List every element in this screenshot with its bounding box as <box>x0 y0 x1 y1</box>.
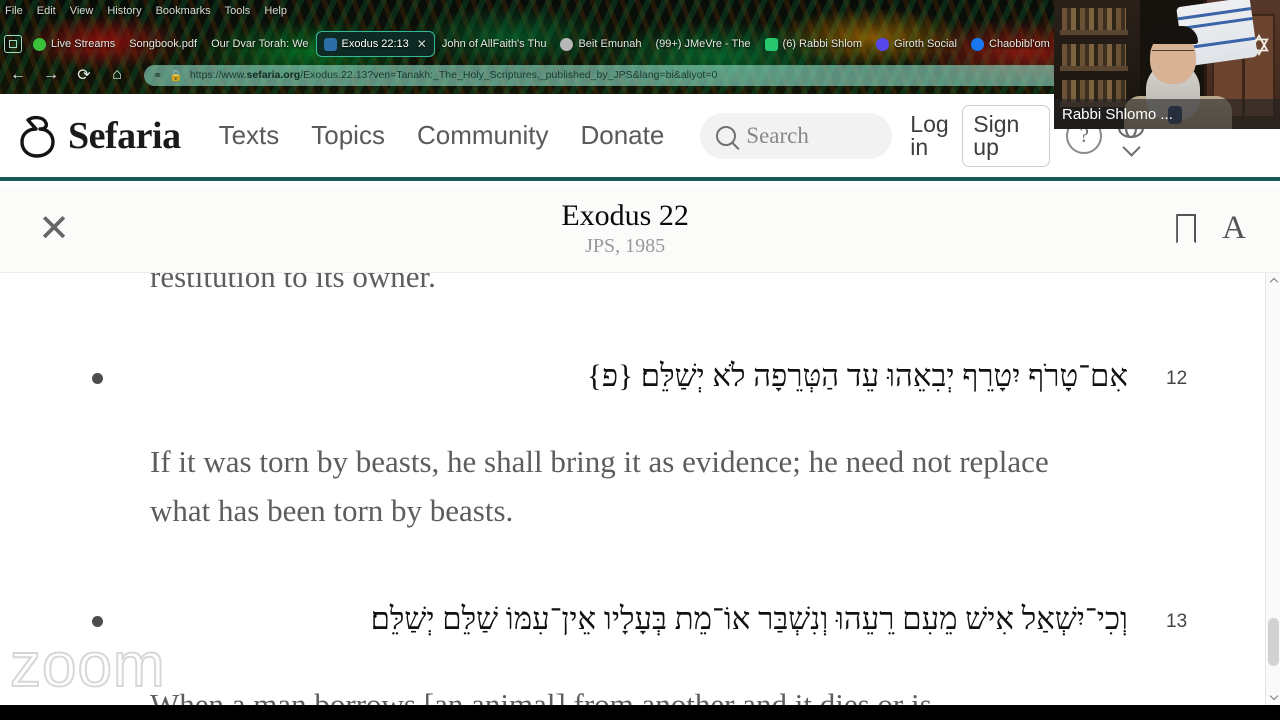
signup-button[interactable]: Sign up <box>962 104 1051 167</box>
browser-tab[interactable]: (6) Rabbi Shlom <box>758 31 869 57</box>
site-nav: Texts Topics Community Donate <box>219 120 665 151</box>
glasses <box>1152 50 1194 59</box>
page-title: Exodus 22 <box>561 199 689 232</box>
participant-name-label: Rabbi Shlomo ... <box>1054 99 1280 129</box>
screen-bottom-bar <box>0 705 1280 720</box>
menu-file[interactable]: File <box>5 5 23 17</box>
chevron-down-icon <box>1122 138 1141 157</box>
browser-tab[interactable]: Live Streams <box>26 31 122 57</box>
browser-tab[interactable]: Beit Emunah <box>553 31 648 57</box>
truth-icon <box>876 37 890 51</box>
menu-view[interactable]: View <box>70 5 94 17</box>
browser-tab[interactable]: Chaobibl'om <box>964 31 1057 57</box>
verse-number: 13 <box>1166 611 1188 632</box>
tab-title: John of AllFaith's Thu <box>441 38 547 50</box>
tab-title: (99+) JMeVre - The <box>655 38 751 50</box>
browser-tab[interactable]: (99+) JMeVre - The <box>648 31 757 57</box>
verse-english-text[interactable]: If it was torn by beasts, he shall bring… <box>150 438 1085 536</box>
menu-history[interactable]: History <box>107 5 141 17</box>
tab-title: Giroth Social <box>894 38 957 50</box>
clipped-previous-verse-text: restitution to its owner. <box>150 273 436 294</box>
tab-list-icon[interactable] <box>4 35 22 53</box>
close-icon[interactable]: ✕ <box>34 210 74 248</box>
back-icon[interactable]: ← <box>8 66 28 84</box>
verse-bullet <box>92 373 103 384</box>
globe-icon <box>560 37 574 51</box>
verse-hebrew-text[interactable]: אִם־טָרֹף יִטָרֵף יְבִאֵהוּ עֵד הַטְּרֵפ… <box>150 357 1128 396</box>
sefaria-mark-icon <box>20 115 55 158</box>
verse-english-text[interactable]: When a man borrows [an animal] from anot… <box>150 681 1085 705</box>
forward-icon[interactable]: → <box>41 66 61 84</box>
nav-item-donate[interactable]: Donate <box>580 120 664 151</box>
tab-title: Our Dvar Torah: We <box>211 38 309 50</box>
zoom-watermark: zoom <box>9 630 166 701</box>
tab-title: Chaobibl'om <box>989 38 1050 50</box>
browser-tab[interactable]: Giroth Social <box>869 31 964 57</box>
sefaria-logo[interactable]: Sefaria <box>18 114 181 158</box>
nav-item-topics[interactable]: Topics <box>311 120 385 151</box>
verse-hebrew-text[interactable]: וְכִי־יִשְׁאַל אִישׁ מֵעִם רֵעֵהוּ וְנִש… <box>150 600 1128 639</box>
panel-tools: A <box>1176 212 1246 245</box>
home-icon[interactable]: ⌂ <box>107 66 127 84</box>
facebook-icon <box>971 37 984 51</box>
bookmark-icon[interactable] <box>1176 214 1196 244</box>
menu-edit[interactable]: Edit <box>37 5 56 17</box>
sefaria-icon <box>323 37 337 51</box>
shield-icon[interactable]: ⚭ <box>153 69 162 82</box>
search-box[interactable]: Search <box>700 112 893 159</box>
text-content-area: restitution to its owner. 12 אִם־טָרֹף י… <box>0 273 1280 705</box>
menu-tools[interactable]: Tools <box>225 5 251 17</box>
tab-close-icon[interactable]: ✕ <box>417 37 427 51</box>
tab-title: Beit Emunah <box>578 38 642 50</box>
reader-panel-header: ✕ Exodus 22 JPS, 1985 A <box>0 185 1280 273</box>
page-subtitle: JPS, 1985 <box>585 235 666 257</box>
tab-title: Exodus 22:13 <box>341 38 409 50</box>
scroll-down-icon[interactable] <box>1266 689 1280 703</box>
play-icon <box>33 37 46 51</box>
auth-area: Log in Sign up <box>910 104 1051 167</box>
verse-bullet <box>92 616 103 627</box>
tab-title: Live Streams <box>51 38 116 50</box>
panel-title-block: Exodus 22 JPS, 1985 <box>74 199 1176 258</box>
reload-icon[interactable]: ⟳ <box>74 65 94 85</box>
tab-title: Songbook.pdf <box>129 38 198 50</box>
menu-help[interactable]: Help <box>264 5 287 17</box>
browser-tab[interactable]: Songbook.pdf <box>122 31 204 57</box>
page-scrollbar[interactable] <box>1265 273 1280 705</box>
font-size-icon[interactable]: A <box>1222 212 1246 245</box>
login-link[interactable]: Log in <box>910 112 956 159</box>
tab-title: (6) Rabbi Shlom <box>782 38 863 50</box>
chat-icon <box>764 37 778 51</box>
browser-tab[interactable]: John of AllFaith's Thu <box>435 31 554 57</box>
kippah <box>1148 26 1198 44</box>
scrollbar-thumb[interactable] <box>1268 618 1279 666</box>
lock-icon[interactable]: 🔒 <box>169 69 183 82</box>
browser-tab[interactable]: Our Dvar Torah: We <box>204 31 315 57</box>
screen-root: File Edit View History Bookmarks Tools H… <box>0 0 1280 720</box>
nav-item-community[interactable]: Community <box>417 120 548 151</box>
menu-bookmarks[interactable]: Bookmarks <box>156 5 211 17</box>
sefaria-wordmark: Sefaria <box>68 114 181 157</box>
nav-item-texts[interactable]: Texts <box>219 120 280 151</box>
video-participant-tile[interactable]: Rabbi Shlomo ... <box>1054 0 1280 129</box>
search-icon <box>716 125 737 146</box>
browser-tab-active[interactable]: Exodus 22:13 ✕ <box>315 31 435 57</box>
scroll-up-icon[interactable] <box>1266 275 1280 289</box>
url-text: https://www.sefaria.org/Exodus.22.13?ven… <box>189 69 718 81</box>
verse-number: 12 <box>1166 368 1188 389</box>
search-placeholder: Search <box>746 122 809 148</box>
